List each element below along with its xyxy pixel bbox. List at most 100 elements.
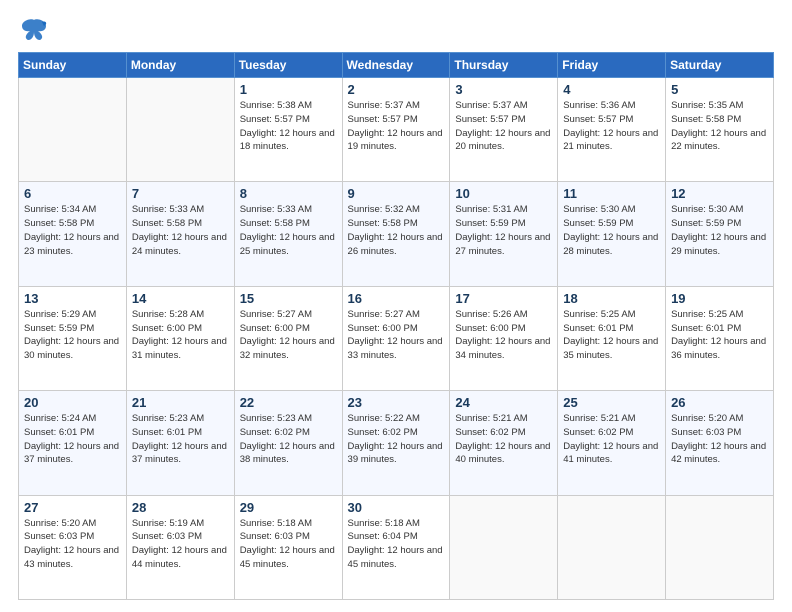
calendar-cell: 14 Sunrise: 5:28 AMSunset: 6:00 PMDayligh…: [126, 286, 234, 390]
day-number: 13: [24, 291, 121, 306]
calendar-cell: 19Sunrise: 5:25 AMSunset: 6:01 PMDayligh…: [666, 286, 774, 390]
day-info: Sunrise: 5:34 AMSunset: 5:58 PMDaylight:…: [24, 203, 121, 258]
day-number: 8: [240, 186, 337, 201]
day-number: 24: [455, 395, 552, 410]
day-info: Sunrise: 5:33 AMSunset: 5:58 PMDaylight:…: [240, 203, 337, 258]
calendar-cell: 27 Sunrise: 5:20 AMSunset: 6:03 PMDayligh…: [19, 495, 127, 599]
day-number: 3: [455, 82, 552, 97]
day-number: 30: [348, 500, 445, 515]
day-info: Sunrise: 5:20 AMSunset: 6:03 PMDaylight:…: [24, 517, 121, 572]
day-info: Sunrise: 5:21 AMSunset: 6:02 PMDaylight:…: [455, 412, 552, 467]
calendar-cell: 1 Sunrise: 5:38 AMSunset: 5:57 PMDaylight…: [234, 78, 342, 182]
day-number: 29: [240, 500, 337, 515]
calendar-table: SundayMondayTuesdayWednesdayThursdayFrid…: [18, 52, 774, 600]
day-number: 14: [132, 291, 229, 306]
day-info: Sunrise: 5:37 AMSunset: 5:57 PMDaylight:…: [348, 99, 445, 154]
calendar-cell: 20 Sunrise: 5:24 AMSunset: 6:01 PMDayligh…: [19, 391, 127, 495]
day-info: Sunrise: 5:29 AMSunset: 5:59 PMDaylight:…: [24, 308, 121, 363]
calendar-cell: 3 Sunrise: 5:37 AMSunset: 5:57 PMDaylight…: [450, 78, 558, 182]
calendar-cell: [19, 78, 127, 182]
day-info: Sunrise: 5:18 AMSunset: 6:04 PMDaylight:…: [348, 517, 445, 572]
calendar-cell: 15Sunrise: 5:27 AMSunset: 6:00 PMDayligh…: [234, 286, 342, 390]
calendar-cell: 18 Sunrise: 5:25 AMSunset: 6:01 PMDayligh…: [558, 286, 666, 390]
day-number: 11: [563, 186, 660, 201]
day-number: 26: [671, 395, 768, 410]
day-info: Sunrise: 5:23 AMSunset: 6:02 PMDaylight:…: [240, 412, 337, 467]
day-header-monday: Monday: [126, 53, 234, 78]
calendar-cell: [126, 78, 234, 182]
calendar-cell: 24 Sunrise: 5:21 AMSunset: 6:02 PMDayligh…: [450, 391, 558, 495]
day-number: 6: [24, 186, 121, 201]
day-info: Sunrise: 5:30 AMSunset: 5:59 PMDaylight:…: [563, 203, 660, 258]
calendar-cell: 12 Sunrise: 5:30 AMSunset: 5:59 PMDayligh…: [666, 182, 774, 286]
day-header-tuesday: Tuesday: [234, 53, 342, 78]
day-info: Sunrise: 5:35 AMSunset: 5:58 PMDaylight:…: [671, 99, 768, 154]
day-header-friday: Friday: [558, 53, 666, 78]
day-info: Sunrise: 5:24 AMSunset: 6:01 PMDaylight:…: [24, 412, 121, 467]
calendar-cell: [450, 495, 558, 599]
day-number: 9: [348, 186, 445, 201]
calendar-cell: 22 Sunrise: 5:23 AMSunset: 6:02 PMDayligh…: [234, 391, 342, 495]
day-info: Sunrise: 5:38 AMSunset: 5:57 PMDaylight:…: [240, 99, 337, 154]
header: [18, 18, 774, 42]
logo: [18, 18, 48, 42]
day-info: Sunrise: 5:23 AMSunset: 6:01 PMDaylight:…: [132, 412, 229, 467]
day-number: 27: [24, 500, 121, 515]
day-info: Sunrise: 5:37 AMSunset: 5:57 PMDaylight:…: [455, 99, 552, 154]
day-number: 28: [132, 500, 229, 515]
calendar-week-2: 6 Sunrise: 5:34 AMSunset: 5:58 PMDaylight…: [19, 182, 774, 286]
calendar-cell: 21 Sunrise: 5:23 AMSunset: 6:01 PMDayligh…: [126, 391, 234, 495]
day-info: Sunrise: 5:28 AMSunset: 6:00 PMDaylight:…: [132, 308, 229, 363]
day-info: Sunrise: 5:26 AMSunset: 6:00 PMDaylight:…: [455, 308, 552, 363]
day-number: 10: [455, 186, 552, 201]
day-info: Sunrise: 5:25 AMSunset: 6:01 PMDaylight:…: [563, 308, 660, 363]
day-number: 22: [240, 395, 337, 410]
calendar-cell: 5 Sunrise: 5:35 AMSunset: 5:58 PMDaylight…: [666, 78, 774, 182]
calendar-week-3: 13 Sunrise: 5:29 AMSunset: 5:59 PMDayligh…: [19, 286, 774, 390]
calendar-cell: 28 Sunrise: 5:19 AMSunset: 6:03 PMDayligh…: [126, 495, 234, 599]
day-info: Sunrise: 5:20 AMSunset: 6:03 PMDaylight:…: [671, 412, 768, 467]
day-info: Sunrise: 5:31 AMSunset: 5:59 PMDaylight:…: [455, 203, 552, 258]
calendar-cell: 29 Sunrise: 5:18 AMSunset: 6:03 PMDayligh…: [234, 495, 342, 599]
day-header-sunday: Sunday: [19, 53, 127, 78]
day-info: Sunrise: 5:27 AMSunset: 6:00 PMDaylight:…: [348, 308, 445, 363]
page: SundayMondayTuesdayWednesdayThursdayFrid…: [0, 0, 792, 612]
calendar-cell: 23 Sunrise: 5:22 AMSunset: 6:02 PMDayligh…: [342, 391, 450, 495]
day-info: Sunrise: 5:30 AMSunset: 5:59 PMDaylight:…: [671, 203, 768, 258]
day-info: Sunrise: 5:22 AMSunset: 6:02 PMDaylight:…: [348, 412, 445, 467]
day-info: Sunrise: 5:21 AMSunset: 6:02 PMDaylight:…: [563, 412, 660, 467]
day-header-saturday: Saturday: [666, 53, 774, 78]
day-info: Sunrise: 5:33 AMSunset: 5:58 PMDaylight:…: [132, 203, 229, 258]
day-number: 4: [563, 82, 660, 97]
calendar-cell: 16Sunrise: 5:27 AMSunset: 6:00 PMDayligh…: [342, 286, 450, 390]
calendar-cell: 13 Sunrise: 5:29 AMSunset: 5:59 PMDayligh…: [19, 286, 127, 390]
calendar-week-1: 1 Sunrise: 5:38 AMSunset: 5:57 PMDaylight…: [19, 78, 774, 182]
calendar-cell: 25 Sunrise: 5:21 AMSunset: 6:02 PMDayligh…: [558, 391, 666, 495]
calendar-cell: [666, 495, 774, 599]
logo-bird-icon: [20, 18, 48, 42]
day-info: Sunrise: 5:19 AMSunset: 6:03 PMDaylight:…: [132, 517, 229, 572]
calendar-cell: 2Sunrise: 5:37 AMSunset: 5:57 PMDaylight…: [342, 78, 450, 182]
day-info: Sunrise: 5:18 AMSunset: 6:03 PMDaylight:…: [240, 517, 337, 572]
day-number: 17: [455, 291, 552, 306]
day-number: 25: [563, 395, 660, 410]
calendar-cell: 17 Sunrise: 5:26 AMSunset: 6:00 PMDayligh…: [450, 286, 558, 390]
calendar-cell: [558, 495, 666, 599]
calendar-cell: 6 Sunrise: 5:34 AMSunset: 5:58 PMDaylight…: [19, 182, 127, 286]
calendar-cell: 10 Sunrise: 5:31 AMSunset: 5:59 PMDayligh…: [450, 182, 558, 286]
calendar-week-4: 20 Sunrise: 5:24 AMSunset: 6:01 PMDayligh…: [19, 391, 774, 495]
day-number: 12: [671, 186, 768, 201]
calendar-cell: 4 Sunrise: 5:36 AMSunset: 5:57 PMDaylight…: [558, 78, 666, 182]
day-number: 20: [24, 395, 121, 410]
calendar-cell: 8 Sunrise: 5:33 AMSunset: 5:58 PMDaylight…: [234, 182, 342, 286]
day-number: 18: [563, 291, 660, 306]
day-number: 19: [671, 291, 768, 306]
day-number: 1: [240, 82, 337, 97]
calendar-cell: 9Sunrise: 5:32 AMSunset: 5:58 PMDaylight…: [342, 182, 450, 286]
day-number: 23: [348, 395, 445, 410]
day-info: Sunrise: 5:36 AMSunset: 5:57 PMDaylight:…: [563, 99, 660, 154]
calendar-cell: 30 Sunrise: 5:18 AMSunset: 6:04 PMDayligh…: [342, 495, 450, 599]
day-number: 5: [671, 82, 768, 97]
calendar-week-5: 27 Sunrise: 5:20 AMSunset: 6:03 PMDayligh…: [19, 495, 774, 599]
day-number: 21: [132, 395, 229, 410]
